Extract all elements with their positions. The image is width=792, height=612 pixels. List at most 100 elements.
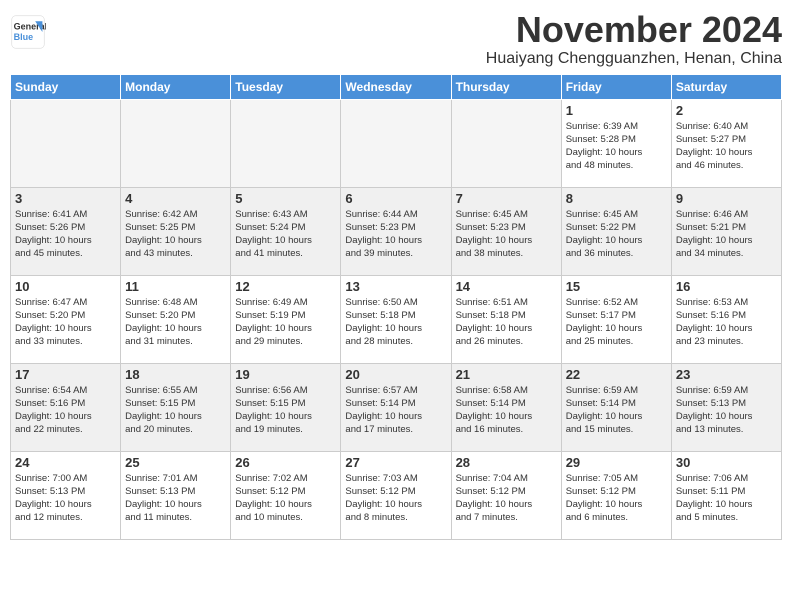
- day-cell: 28 Sunrise: 7:04 AMSunset: 5:12 PMDayligh…: [451, 451, 561, 539]
- day-info: Sunrise: 6:50 AMSunset: 5:18 PMDaylight:…: [345, 296, 446, 349]
- logo-icon: General Blue: [10, 14, 46, 50]
- day-number: 9: [676, 191, 777, 206]
- day-cell: 26 Sunrise: 7:02 AMSunset: 5:12 PMDayligh…: [231, 451, 341, 539]
- day-info: Sunrise: 6:43 AMSunset: 5:24 PMDaylight:…: [235, 208, 336, 261]
- day-cell: 14 Sunrise: 6:51 AMSunset: 5:18 PMDayligh…: [451, 275, 561, 363]
- day-number: 5: [235, 191, 336, 206]
- day-cell: 24 Sunrise: 7:00 AMSunset: 5:13 PMDayligh…: [11, 451, 121, 539]
- day-info: Sunrise: 7:02 AMSunset: 5:12 PMDaylight:…: [235, 472, 336, 525]
- day-cell: 25 Sunrise: 7:01 AMSunset: 5:13 PMDayligh…: [121, 451, 231, 539]
- day-info: Sunrise: 7:01 AMSunset: 5:13 PMDaylight:…: [125, 472, 226, 525]
- weekday-header-thursday: Thursday: [451, 74, 561, 99]
- day-cell: 17 Sunrise: 6:54 AMSunset: 5:16 PMDayligh…: [11, 363, 121, 451]
- day-cell: 5 Sunrise: 6:43 AMSunset: 5:24 PMDaylight…: [231, 187, 341, 275]
- weekday-header-sunday: Sunday: [11, 74, 121, 99]
- day-cell: 27Sunrise: 7:03 AMSunset: 5:12 PMDayligh…: [341, 451, 451, 539]
- day-cell: 3 Sunrise: 6:41 AMSunset: 5:26 PMDaylight…: [11, 187, 121, 275]
- page-header: General Blue November 2024 Huaiyang Chen…: [10, 10, 782, 68]
- day-number: 14: [456, 279, 557, 294]
- week-row-1: 1 Sunrise: 6:39 AMSunset: 5:28 PMDaylight…: [11, 99, 782, 187]
- weekday-header-tuesday: Tuesday: [231, 74, 341, 99]
- day-number: 29: [566, 455, 667, 470]
- day-number: 17: [15, 367, 116, 382]
- day-number: 28: [456, 455, 557, 470]
- day-number: 25: [125, 455, 226, 470]
- day-number: 15: [566, 279, 667, 294]
- week-row-5: 24 Sunrise: 7:00 AMSunset: 5:13 PMDayligh…: [11, 451, 782, 539]
- day-number: 23: [676, 367, 777, 382]
- day-info: Sunrise: 6:58 AMSunset: 5:14 PMDaylight:…: [456, 384, 557, 437]
- weekday-header-row: SundayMondayTuesdayWednesdayThursdayFrid…: [11, 74, 782, 99]
- day-number: 18: [125, 367, 226, 382]
- day-info: Sunrise: 6:42 AMSunset: 5:25 PMDaylight:…: [125, 208, 226, 261]
- day-cell: 23 Sunrise: 6:59 AMSunset: 5:13 PMDayligh…: [671, 363, 781, 451]
- logo: General Blue: [10, 14, 48, 50]
- day-info: Sunrise: 6:45 AMSunset: 5:23 PMDaylight:…: [456, 208, 557, 261]
- day-cell: [341, 99, 451, 187]
- day-number: 26: [235, 455, 336, 470]
- day-number: 13: [345, 279, 446, 294]
- day-info: Sunrise: 6:45 AMSunset: 5:22 PMDaylight:…: [566, 208, 667, 261]
- day-info: Sunrise: 6:53 AMSunset: 5:16 PMDaylight:…: [676, 296, 777, 349]
- day-number: 21: [456, 367, 557, 382]
- day-cell: 1 Sunrise: 6:39 AMSunset: 5:28 PMDaylight…: [561, 99, 671, 187]
- day-number: 30: [676, 455, 777, 470]
- day-cell: 19 Sunrise: 6:56 AMSunset: 5:15 PMDayligh…: [231, 363, 341, 451]
- day-cell: 9Sunrise: 6:46 AMSunset: 5:21 PMDaylight…: [671, 187, 781, 275]
- day-cell: [121, 99, 231, 187]
- day-cell: 8 Sunrise: 6:45 AMSunset: 5:22 PMDaylight…: [561, 187, 671, 275]
- weekday-header-monday: Monday: [121, 74, 231, 99]
- day-cell: [11, 99, 121, 187]
- day-cell: 20Sunrise: 6:57 AMSunset: 5:14 PMDayligh…: [341, 363, 451, 451]
- day-info: Sunrise: 7:00 AMSunset: 5:13 PMDaylight:…: [15, 472, 116, 525]
- day-info: Sunrise: 6:40 AMSunset: 5:27 PMDaylight:…: [676, 120, 777, 173]
- day-cell: 16 Sunrise: 6:53 AMSunset: 5:16 PMDayligh…: [671, 275, 781, 363]
- day-cell: 30Sunrise: 7:06 AMSunset: 5:11 PMDayligh…: [671, 451, 781, 539]
- day-info: Sunrise: 6:52 AMSunset: 5:17 PMDaylight:…: [566, 296, 667, 349]
- day-number: 1: [566, 103, 667, 118]
- week-row-4: 17 Sunrise: 6:54 AMSunset: 5:16 PMDayligh…: [11, 363, 782, 451]
- day-number: 24: [15, 455, 116, 470]
- day-info: Sunrise: 6:59 AMSunset: 5:14 PMDaylight:…: [566, 384, 667, 437]
- location: Huaiyang Chengguanzhen, Henan, China: [486, 50, 782, 68]
- day-number: 16: [676, 279, 777, 294]
- day-cell: 22 Sunrise: 6:59 AMSunset: 5:14 PMDayligh…: [561, 363, 671, 451]
- day-info: Sunrise: 6:44 AMSunset: 5:23 PMDaylight:…: [345, 208, 446, 261]
- day-info: Sunrise: 7:05 AMSunset: 5:12 PMDaylight:…: [566, 472, 667, 525]
- month-title: November 2024: [486, 10, 782, 50]
- day-number: 3: [15, 191, 116, 206]
- weekday-header-friday: Friday: [561, 74, 671, 99]
- day-cell: 18 Sunrise: 6:55 AMSunset: 5:15 PMDayligh…: [121, 363, 231, 451]
- day-number: 8: [566, 191, 667, 206]
- weekday-header-saturday: Saturday: [671, 74, 781, 99]
- day-info: Sunrise: 6:39 AMSunset: 5:28 PMDaylight:…: [566, 120, 667, 173]
- day-info: Sunrise: 6:54 AMSunset: 5:16 PMDaylight:…: [15, 384, 116, 437]
- day-info: Sunrise: 6:59 AMSunset: 5:13 PMDaylight:…: [676, 384, 777, 437]
- day-number: 11: [125, 279, 226, 294]
- day-number: 22: [566, 367, 667, 382]
- day-info: Sunrise: 6:56 AMSunset: 5:15 PMDaylight:…: [235, 384, 336, 437]
- day-cell: 11 Sunrise: 6:48 AMSunset: 5:20 PMDayligh…: [121, 275, 231, 363]
- svg-text:Blue: Blue: [14, 32, 34, 42]
- day-number: 12: [235, 279, 336, 294]
- day-cell: 15 Sunrise: 6:52 AMSunset: 5:17 PMDayligh…: [561, 275, 671, 363]
- day-cell: 6 Sunrise: 6:44 AMSunset: 5:23 PMDaylight…: [341, 187, 451, 275]
- day-cell: 4 Sunrise: 6:42 AMSunset: 5:25 PMDaylight…: [121, 187, 231, 275]
- day-cell: 2 Sunrise: 6:40 AMSunset: 5:27 PMDaylight…: [671, 99, 781, 187]
- day-number: 19: [235, 367, 336, 382]
- day-number: 2: [676, 103, 777, 118]
- day-info: Sunrise: 6:49 AMSunset: 5:19 PMDaylight:…: [235, 296, 336, 349]
- day-info: Sunrise: 6:41 AMSunset: 5:26 PMDaylight:…: [15, 208, 116, 261]
- day-info: Sunrise: 7:04 AMSunset: 5:12 PMDaylight:…: [456, 472, 557, 525]
- day-info: Sunrise: 6:51 AMSunset: 5:18 PMDaylight:…: [456, 296, 557, 349]
- day-number: 6: [345, 191, 446, 206]
- day-number: 4: [125, 191, 226, 206]
- day-number: 27: [345, 455, 446, 470]
- calendar-table: SundayMondayTuesdayWednesdayThursdayFrid…: [10, 74, 782, 540]
- day-cell: 10Sunrise: 6:47 AMSunset: 5:20 PMDayligh…: [11, 275, 121, 363]
- day-cell: 29 Sunrise: 7:05 AMSunset: 5:12 PMDayligh…: [561, 451, 671, 539]
- day-cell: 7Sunrise: 6:45 AMSunset: 5:23 PMDaylight…: [451, 187, 561, 275]
- weekday-header-wednesday: Wednesday: [341, 74, 451, 99]
- day-info: Sunrise: 6:55 AMSunset: 5:15 PMDaylight:…: [125, 384, 226, 437]
- day-info: Sunrise: 6:48 AMSunset: 5:20 PMDaylight:…: [125, 296, 226, 349]
